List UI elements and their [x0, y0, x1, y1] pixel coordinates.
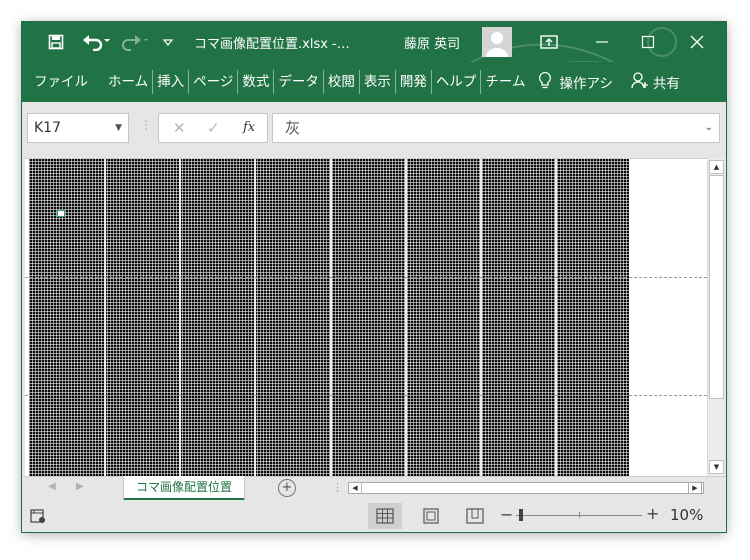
new-sheet-icon[interactable]: + — [278, 479, 296, 497]
page-layout-view-icon[interactable] — [414, 503, 448, 529]
insert-function-icon[interactable]: fx — [243, 114, 255, 142]
horizontal-scrollbar[interactable]: ◀ — [348, 482, 704, 494]
avatar[interactable] — [482, 27, 512, 57]
formula-input[interactable]: 灰 ⌄ — [272, 113, 720, 143]
tab-page-layout[interactable]: ページ — [188, 70, 237, 94]
status-bar: − + 10% — [22, 500, 726, 532]
tab-view[interactable]: 表示 — [358, 70, 395, 94]
minimize-icon[interactable] — [582, 30, 622, 54]
tab-split-handle[interactable]: ⋮ — [332, 481, 343, 494]
page-break-preview-icon[interactable] — [458, 503, 492, 529]
column-divider — [555, 159, 557, 477]
column-divider — [104, 159, 106, 477]
lightbulb-icon — [537, 71, 553, 93]
zoom-level[interactable]: 10% — [670, 506, 703, 524]
vertical-scroll-thumb[interactable] — [709, 175, 724, 399]
tab-file[interactable]: ファイル — [30, 70, 92, 94]
scroll-left-icon[interactable]: ◀ — [349, 482, 362, 494]
zoom-in-button[interactable]: + — [646, 504, 659, 523]
ribbon-display-options-icon[interactable] — [534, 30, 564, 54]
macro-recording-icon[interactable] — [30, 508, 46, 528]
tab-help[interactable]: ヘルプ — [430, 70, 481, 94]
scroll-up-icon[interactable]: ▲ — [709, 160, 724, 174]
ribbon-tabs: ファイル ホーム 挿入 ページ 数式 データ 校閲 表示 開発 ヘルプ チーム … — [22, 62, 726, 102]
zoom-slider-thumb[interactable] — [519, 509, 523, 521]
column-divider — [179, 159, 181, 477]
close-icon[interactable] — [674, 30, 720, 54]
name-box[interactable]: K17 ▼ — [27, 113, 129, 143]
tab-home[interactable]: ホーム — [104, 70, 152, 94]
person-add-icon — [631, 71, 649, 93]
name-box-dropdown-icon[interactable]: ▼ — [115, 114, 122, 142]
save-icon[interactable] — [44, 30, 68, 54]
normal-view-icon[interactable] — [368, 503, 402, 529]
column-divider — [480, 159, 482, 477]
title-bar: コマ画像配置位置.xlsx -… 藤原 英司 — [22, 22, 726, 93]
page-break-line — [25, 395, 707, 396]
sheet-nav-next-icon[interactable]: ▶ — [76, 481, 84, 492]
sheet-nav-prev-icon[interactable]: ◀ — [48, 481, 56, 492]
formula-buttons: ✕ ✓ fx — [158, 113, 268, 143]
zoom-slider-center-mark — [579, 512, 580, 518]
confirm-entry-icon[interactable]: ✓ — [207, 114, 220, 142]
tab-review[interactable]: 校閲 — [322, 70, 359, 94]
column-divider — [405, 159, 407, 477]
sheet-tab-active[interactable]: コマ画像配置位置 — [124, 476, 244, 500]
tab-insert[interactable]: 挿入 — [152, 70, 188, 94]
formula-value: 灰 — [285, 119, 301, 137]
scroll-down-icon[interactable]: ▼ — [709, 460, 724, 474]
active-cell[interactable] — [57, 210, 65, 217]
customize-qat-icon[interactable] — [158, 30, 178, 54]
vertical-scrollbar[interactable]: ▲ ▼ — [707, 158, 724, 476]
tab-data[interactable]: データ — [273, 70, 323, 94]
column-divider — [330, 159, 332, 477]
user-name[interactable]: 藤原 英司 — [404, 33, 460, 52]
undo-icon[interactable] — [78, 30, 114, 54]
redo-icon[interactable] — [116, 30, 152, 54]
formula-bar: K17 ▼ ⋮ ✕ ✓ fx 灰 ⌄ — [22, 102, 726, 158]
worksheet-grid[interactable] — [25, 158, 707, 477]
share-label: 共有 — [652, 76, 680, 92]
excel-window: コマ画像配置位置.xlsx -… 藤原 英司 ファイル ホーム 挿入 ページ 数… — [22, 22, 726, 532]
sheet-tab-bar: ◀ ▶ コマ画像配置位置 + ⋮ ◀ ▶ — [22, 476, 726, 501]
cell-grid[interactable] — [29, 159, 629, 477]
scroll-right-icon[interactable]: ▶ — [688, 482, 702, 494]
name-box-value: K17 — [34, 120, 61, 136]
zoom-out-button[interactable]: − — [500, 505, 513, 524]
maximize-icon[interactable] — [628, 30, 668, 54]
column-divider — [254, 159, 256, 477]
share-button[interactable]: 共有 — [631, 71, 680, 93]
page-break-line — [25, 277, 707, 278]
tab-formulas[interactable]: 数式 — [237, 70, 273, 94]
tab-developer[interactable]: 開発 — [394, 70, 431, 94]
tell-me-search[interactable]: 操作アシ — [537, 71, 613, 93]
tell-me-label: 操作アシ — [559, 76, 613, 92]
cancel-entry-icon[interactable]: ✕ — [173, 114, 186, 142]
document-title: コマ画像配置位置.xlsx -… — [194, 37, 350, 52]
expand-formula-bar-icon[interactable]: ⌄ — [705, 114, 713, 142]
tab-team[interactable]: チーム — [480, 70, 529, 94]
formula-bar-splitter[interactable]: ⋮ — [140, 118, 152, 132]
